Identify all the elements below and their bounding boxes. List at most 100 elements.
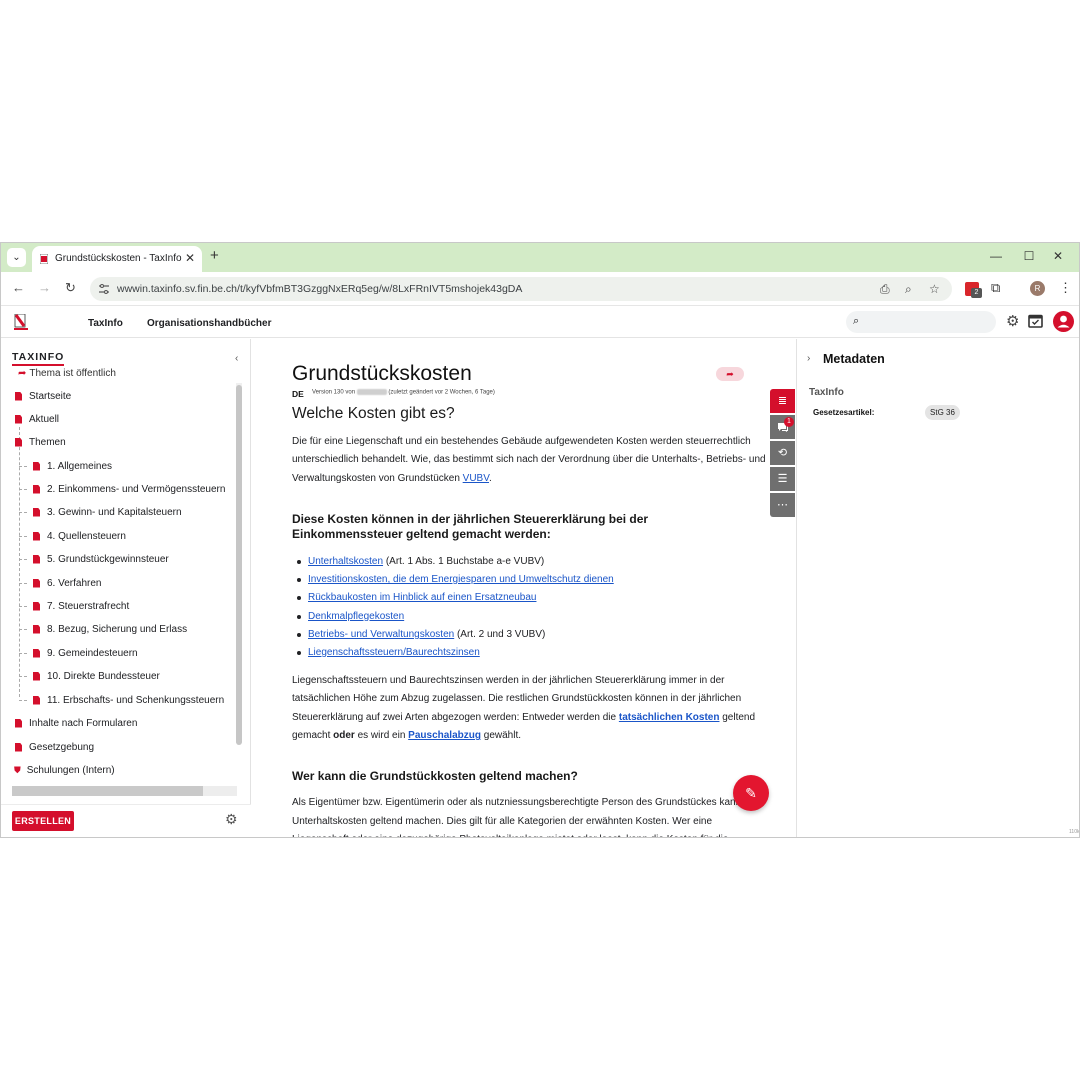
document-icon	[33, 671, 40, 681]
sidebar-item-label: 2. Einkommens- und Vermögenssteuern	[47, 483, 226, 495]
more-icon[interactable]: ⋯	[770, 493, 795, 517]
forward-icon[interactable]: →	[38, 280, 51, 295]
sidebar-item-steuerstrafrecht[interactable]: 7. Steuerstrafrecht	[19, 596, 129, 616]
sidebar-item-inhalte-nach-formularen[interactable]: Inhalte nach Formularen	[15, 713, 137, 733]
install-app-icon[interactable]: ⎙	[880, 282, 890, 297]
comments-icon[interactable]: 1	[770, 415, 795, 439]
link-denkmalpflegekosten[interactable]: Denkmalpflegekosten	[308, 611, 404, 622]
document-icon	[33, 531, 40, 541]
sidebar-item-direkte-bundessteuer[interactable]: 10. Direkte Bundessteuer	[19, 666, 160, 686]
document-icon	[15, 391, 22, 401]
active-tab[interactable]: Grundstückskosten - TaxInfo ✕	[32, 246, 202, 272]
link-investitionskosten[interactable]: Investitionskosten, die dem Energiespare…	[308, 574, 614, 585]
link-pauschalabzug[interactable]: Pauschalabzug	[408, 730, 481, 741]
link-unterhaltskosten[interactable]: Unterhaltskosten	[308, 556, 383, 567]
sidebar: TAXINFO ‹ ➦ Thema ist öffentlich Startsei…	[1, 339, 251, 837]
zoom-icon[interactable]: ⌕	[905, 282, 912, 297]
sidebar-item-label: Gesetzgebung	[29, 741, 95, 753]
collapse-sidebar-icon[interactable]: ‹	[235, 353, 238, 364]
app-search[interactable]: ⌕	[846, 311, 996, 333]
tree-branch	[19, 488, 27, 490]
site-info-icon[interactable]	[98, 283, 110, 295]
sidebar-item-label: 11. Erbschafts- und Schenkungssteuern	[47, 694, 225, 706]
sidebar-item-label: 9. Gemeindesteuern	[47, 647, 138, 659]
cost-list: Unterhaltskosten (Art. 1 Abs. 1 Buchstab…	[295, 553, 770, 662]
sidebar-item-gewinn-kapitalsteuern[interactable]: 3. Gewinn- und Kapitalsteuern	[19, 502, 182, 522]
text: Die für eine Liegenschaft und ein besteh…	[292, 436, 766, 484]
document-icon	[33, 578, 40, 588]
sidebar-item-quellensteuern[interactable]: 4. Quellensteuern	[19, 526, 126, 546]
extension-badge: 2	[971, 288, 982, 298]
nav-organisationshandbuecher[interactable]: Organisationshandbücher	[147, 318, 271, 329]
version-prefix: Version 130 von	[312, 389, 356, 396]
link-tatsaechliche-kosten[interactable]: tatsächlichen Kosten	[619, 712, 720, 723]
gear-icon[interactable]: ⚙	[225, 811, 238, 828]
tree-branch	[19, 535, 27, 537]
tab-close-icon[interactable]: ✕	[185, 251, 195, 265]
extensions-puzzle-icon[interactable]: ⧉	[991, 280, 1000, 296]
sidebar-hscroll-thumb[interactable]	[12, 786, 203, 796]
share-arrow-icon[interactable]: ➦	[716, 367, 744, 381]
list-item: Rückbaukosten im Hinblick auf einen Ersa…	[295, 589, 770, 607]
law-article-chip[interactable]: StG 36	[925, 405, 960, 420]
text: gewählt.	[480, 730, 522, 741]
sidebar-item-gemeindesteuern[interactable]: 9. Gemeindesteuern	[19, 643, 138, 663]
calendar-icon[interactable]	[1028, 313, 1043, 328]
close-window-icon[interactable]: ✕	[1050, 249, 1066, 263]
emphasis: oder	[333, 730, 355, 741]
database-icon[interactable]: ≣	[770, 389, 795, 413]
ownership-paragraph: Als Eigentümer bzw. Eigentümerin oder al…	[292, 797, 758, 837]
pencil-icon: ✎	[745, 785, 757, 801]
text: (Art. 1 Abs. 1 Buchstabe a-e VUBV)	[383, 555, 545, 567]
tree-branch	[19, 465, 27, 467]
user-account-icon[interactable]	[1053, 311, 1074, 332]
sidebar-item-label: 4. Quellensteuern	[47, 530, 126, 542]
vubv-link[interactable]: VUBV	[463, 473, 489, 484]
sidebar-scrollbar-thumb[interactable]	[236, 385, 242, 745]
sidebar-item-allgemeines[interactable]: 1. Allgemeines	[19, 456, 112, 476]
link-rueckbaukosten[interactable]: Rückbaukosten im Hinblick auf einen Ersa…	[308, 592, 536, 603]
list-icon[interactable]: ☰	[770, 467, 795, 491]
history-icon[interactable]: ⟲	[770, 441, 795, 465]
back-icon[interactable]: ←	[12, 280, 25, 295]
section-heading: Welche Kosten gibt es?	[292, 405, 455, 422]
sidebar-footer: ERSTELLEN ⚙	[1, 804, 251, 837]
sidebar-item-grundstueckgewinnsteuer[interactable]: 5. Grundstückgewinnsteuer	[19, 549, 169, 569]
chevron-right-icon[interactable]: ›	[807, 353, 810, 364]
nav-taxinfo[interactable]: TaxInfo	[88, 318, 123, 329]
edit-button[interactable]: ✎	[733, 775, 769, 811]
document-icon	[15, 414, 22, 424]
tab-search-button[interactable]: ⌄	[7, 248, 26, 267]
maximize-icon[interactable]: ☐	[1021, 249, 1037, 263]
author-name-redacted[interactable]	[356, 389, 387, 395]
tab-bar: ⌄ Grundstückskosten - TaxInfo ✕ + — ☐ ✕	[1, 243, 1079, 272]
search-input[interactable]	[870, 314, 988, 330]
create-button[interactable]: ERSTELLEN	[12, 811, 74, 831]
bern-logo-icon	[40, 254, 48, 264]
sidebar-item-startseite[interactable]: Startseite	[15, 386, 71, 406]
sidebar-item-themen[interactable]: Themen	[15, 432, 66, 452]
minimize-icon[interactable]: —	[988, 249, 1004, 263]
public-status-label: Thema ist öffentlich	[29, 368, 116, 379]
sidebar-item-bezug-sicherung-erlass[interactable]: 8. Bezug, Sicherung und Erlass	[19, 619, 187, 639]
link-betriebskosten[interactable]: Betriebs- und Verwaltungskosten	[308, 629, 454, 640]
bern-logo-icon[interactable]	[14, 314, 28, 330]
sidebar-item-erbschafts-schenkungssteuern[interactable]: 11. Erbschafts- und Schenkungssteuern	[19, 690, 224, 710]
sidebar-item-einkommens-vermoegenssteuern[interactable]: 2. Einkommens- und Vermögenssteuern	[19, 479, 225, 499]
language-code: DE	[292, 389, 304, 399]
address-bar[interactable]: wwwin.taxinfo.sv.fin.be.ch/t/kyfVbfmBT3G…	[90, 277, 952, 301]
sidebar-item-schulungen[interactable]: ⛊ Schulungen (Intern)	[14, 760, 115, 780]
sidebar-item-verfahren[interactable]: 6. Verfahren	[19, 573, 101, 593]
sidebar-item-label: 1. Allgemeines	[47, 460, 113, 472]
gear-icon[interactable]: ⚙	[1006, 312, 1019, 330]
bookmark-star-icon[interactable]: ☆	[929, 282, 940, 296]
sidebar-item-aktuell[interactable]: Aktuell	[15, 409, 59, 429]
new-tab-button[interactable]: +	[210, 247, 219, 264]
link-liegenschaftssteuern[interactable]: Liegenschaftssteuern/Baurechtszinsen	[308, 647, 480, 658]
reload-icon[interactable]: ↻	[65, 280, 76, 296]
more-menu-icon[interactable]: ⋮	[1059, 280, 1072, 296]
metadata-key: Gesetzesartikel:	[813, 408, 875, 417]
sidebar-item-gesetzgebung[interactable]: Gesetzgebung	[15, 737, 94, 757]
document-icon	[33, 461, 40, 471]
profile-avatar[interactable]: R	[1030, 281, 1045, 296]
